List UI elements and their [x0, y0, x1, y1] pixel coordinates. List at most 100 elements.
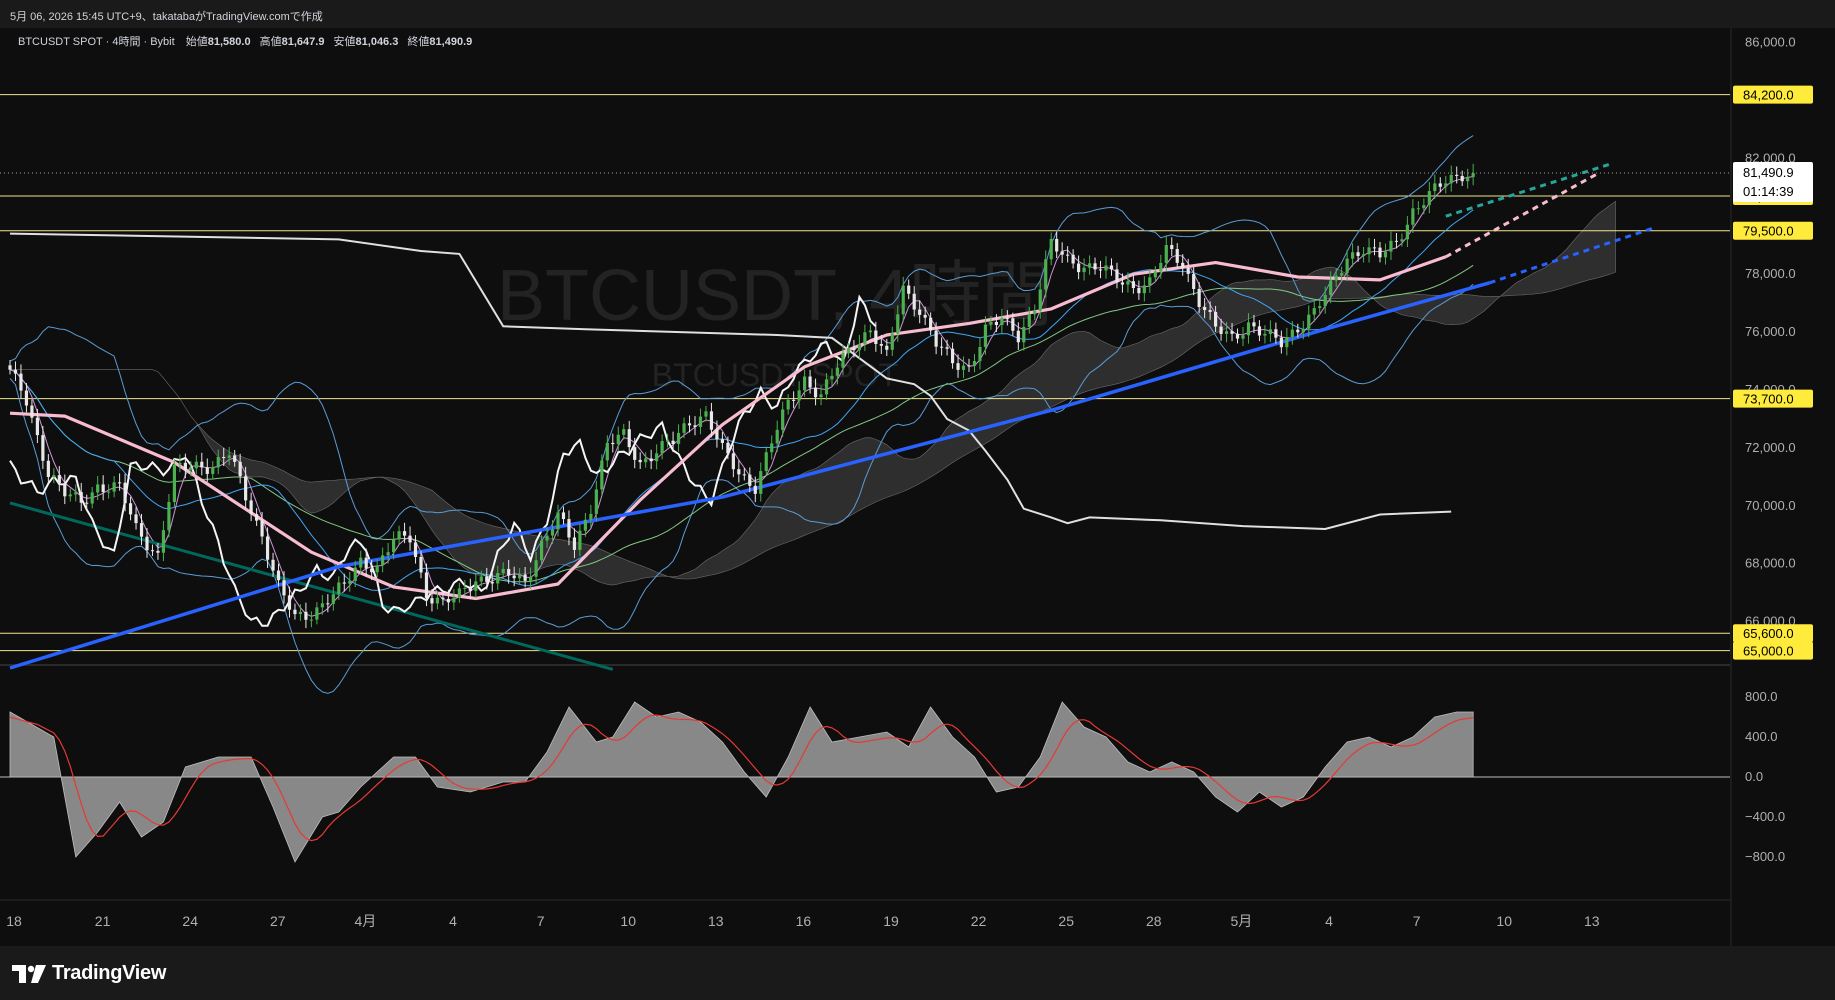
candle-body — [1449, 174, 1453, 184]
price-tick: 70,000.0 — [1745, 498, 1796, 513]
candle-body — [1224, 331, 1229, 334]
candle-body — [994, 321, 998, 326]
candle-body — [901, 285, 905, 315]
time-tick: 13 — [708, 913, 724, 929]
candle-body — [118, 482, 122, 484]
candle-body — [1312, 308, 1316, 315]
candle-body — [446, 598, 450, 603]
candle-body — [1383, 251, 1388, 258]
legend-close-label: 終値 — [407, 34, 429, 48]
candle-body — [885, 345, 889, 350]
candle-body — [731, 453, 735, 470]
candle-body — [1060, 251, 1064, 255]
candle-body — [622, 429, 626, 435]
tradingview-logo[interactable]: TradingView — [12, 962, 166, 985]
candle-body — [534, 560, 538, 577]
candle-body — [578, 530, 582, 550]
candle-body — [123, 482, 127, 504]
candle-body — [644, 458, 648, 463]
candle-body — [1186, 267, 1190, 274]
candle-body — [107, 491, 111, 493]
candle-body — [435, 597, 440, 604]
candle-body — [326, 603, 330, 605]
caption-text: 5月 06, 2026 15:45 UTC+9、takatabaがTrading… — [10, 11, 323, 23]
candle-body — [759, 471, 763, 494]
candle-body — [972, 361, 977, 366]
candle-body — [737, 469, 741, 475]
candle-body — [687, 423, 692, 426]
candle-body — [1044, 259, 1048, 290]
candle-body — [611, 442, 615, 445]
candle-body — [868, 330, 872, 333]
candle-body — [1405, 224, 1409, 240]
top-caption-bar: 5月 06, 2026 15:45 UTC+9、takatabaがTrading… — [0, 0, 1835, 28]
level-badge-text: 79,500.0 — [1743, 224, 1794, 239]
candle-body — [1422, 205, 1426, 209]
candle-body — [1082, 267, 1086, 273]
candle-body — [627, 429, 631, 448]
time-tick: 10 — [620, 913, 636, 929]
candle-body — [830, 375, 834, 380]
candle-body — [1104, 265, 1108, 271]
candle-body — [485, 576, 489, 582]
candle-body — [715, 429, 719, 440]
level-badge-text: 65,000.0 — [1743, 644, 1794, 659]
candle-body — [1093, 263, 1097, 270]
candle-body — [835, 367, 840, 376]
candle-body — [304, 611, 308, 620]
candle-body — [1077, 263, 1081, 273]
candle-body — [846, 348, 851, 354]
candle-body — [276, 570, 281, 581]
oscillator-axis[interactable]: 800.0 400.0 0.0 −400.0 −800.0 — [1745, 689, 1785, 864]
candle-body — [41, 435, 45, 461]
candle-body — [474, 581, 478, 591]
chart-area[interactable]: BTCUSDT, 4時間 BTCUSDT SPOT BTCUSDT SPOT ·… — [0, 28, 1835, 946]
candle-body — [1011, 318, 1015, 331]
time-axis[interactable]: 18 21 24 27 4月 4 7 10 13 16 19 22 25 28 5月 4 7 10 13 — [6, 913, 1600, 929]
candle-body — [298, 611, 303, 615]
candle-body — [463, 588, 467, 590]
candle-body — [501, 568, 505, 574]
candle-body — [1109, 265, 1114, 270]
candle-body — [1214, 311, 1218, 327]
candle-body — [1235, 333, 1240, 339]
candle-body — [150, 550, 155, 552]
candle-body — [1372, 247, 1377, 249]
candle-body — [638, 459, 642, 463]
candle-body — [1175, 249, 1179, 263]
candle-body — [666, 440, 670, 442]
candle-body — [441, 597, 445, 599]
candle-body — [424, 572, 429, 599]
legend-open: 81,580.0 — [208, 36, 251, 48]
candle-body — [1361, 254, 1366, 256]
candle-body — [567, 519, 571, 538]
price-tick: 76,000.0 — [1745, 324, 1796, 339]
candle-body — [189, 468, 193, 470]
osc-tick: 0.0 — [1745, 769, 1763, 784]
candle-body — [1049, 238, 1053, 260]
candle-body — [857, 344, 861, 351]
candle-body — [529, 576, 533, 581]
candle-body — [216, 456, 220, 468]
osc-tick: −800.0 — [1745, 849, 1785, 864]
level-badge-text: 65,600.0 — [1743, 626, 1794, 641]
candle-body — [134, 514, 138, 524]
candle-body — [1378, 247, 1382, 258]
candle-body — [1290, 329, 1294, 337]
candle-body — [1334, 275, 1338, 281]
time-tick: 25 — [1058, 913, 1074, 929]
candle-body — [74, 492, 78, 495]
candle-body — [90, 492, 94, 504]
candle-body — [890, 333, 894, 350]
price-axis[interactable]: 86,000.082,000.078,000.076,000.074,000.0… — [1733, 34, 1813, 660]
candle-body — [748, 474, 752, 486]
candle-body — [781, 409, 785, 430]
oscillator-pane[interactable] — [0, 666, 1730, 899]
candle-body — [1367, 247, 1371, 255]
candle-body — [156, 550, 160, 553]
candle-body — [879, 344, 883, 346]
candle-body — [1137, 288, 1141, 294]
candle-body — [1087, 263, 1092, 268]
candle-body — [1400, 239, 1404, 242]
candle-body — [929, 317, 933, 331]
